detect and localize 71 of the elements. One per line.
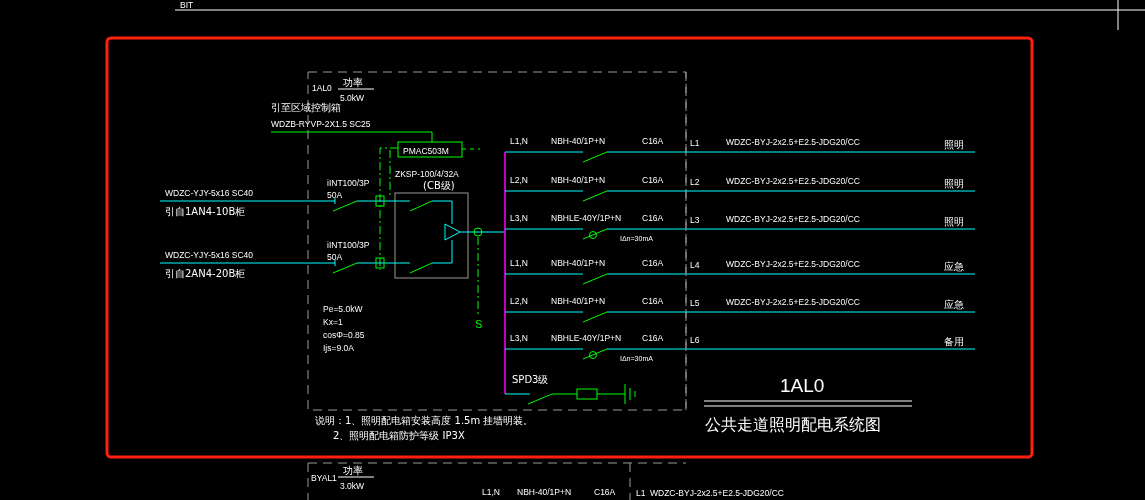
line-label: L3 [690, 215, 700, 225]
line-label: L4 [690, 260, 700, 270]
circuit-rating: C16A [642, 258, 664, 268]
circuit-rating: C16A [642, 136, 664, 146]
breaker-rating: 50A [327, 252, 343, 262]
line-label: L1 [636, 488, 646, 498]
circuit-phase: L2,N [510, 175, 528, 185]
ats-output-drawing [444, 223, 506, 241]
circuit-rating: C16A [594, 487, 616, 497]
circuit-rating: C16A [642, 296, 664, 306]
control-cable: WDZB-RYVP-2X1.5 SC25 [271, 119, 371, 129]
circuit-breaker: NBHLE-40Y/1P+N [551, 333, 622, 343]
breaker-model: iINT100/3P [327, 240, 370, 250]
circuit-use: 应急 [944, 299, 964, 310]
circuit-cable: WDZC-BYJ-2x2.5+E2.5-JDG20/CC [726, 259, 860, 269]
circuit-rating: C16A [642, 175, 664, 185]
circuit-phase: L3,N [510, 213, 528, 223]
calc-value: Ijs=9.0A [323, 343, 354, 353]
breaker-rating: 50A [327, 190, 343, 200]
control-note: 引至区域控制箱 [271, 102, 341, 113]
circuit-use: 照明 [944, 139, 964, 150]
circuit-breaker: NBH-40/1P+N [551, 136, 606, 146]
note-line: 说明：1、照明配电箱安装高度 1.5m 挂墙明装。 [315, 415, 534, 426]
input-cable: WDZC-YJY-5x16 SC40 [165, 250, 254, 260]
panel-name: 1AL0 [312, 83, 332, 93]
circuit-phase: L1,N [510, 136, 528, 146]
circuit-breaker: NBHLE-40Y/1P+N [551, 213, 622, 223]
circuit-use: 应急 [944, 261, 964, 272]
note-line: 2、照明配电箱防护等级 IP3X [333, 430, 465, 441]
circuit-use: 照明 [944, 178, 964, 189]
calc-value: Pe=5.0kW [323, 304, 363, 314]
diagram-code: 1AL0 [780, 375, 825, 396]
input-source: 引自1AN4-10B柜 [165, 206, 246, 217]
line-label: L6 [690, 335, 700, 345]
circuit-phase: L2,N [510, 296, 528, 306]
calc-value: cosΦ=0.85 [323, 330, 365, 340]
circuit-phase: L1,N [482, 487, 500, 497]
circuit-breaker: NBH-40/1P+N [551, 175, 606, 185]
circuit-phase: L1,N [510, 258, 528, 268]
spd-label: SPD3级 [512, 374, 549, 385]
circuit-breaker: NBH-40/1P+N [551, 258, 606, 268]
ats-class: (CB级) [423, 180, 455, 191]
diagram-title: 公共走道照明配电系统图 [705, 415, 881, 434]
circuit-breaker: NBH-40/1P+N [551, 296, 606, 306]
meter-label: PMAC503M [403, 146, 449, 156]
load-label: 功率 [343, 465, 363, 476]
circuit-rating: C16A [642, 213, 664, 223]
circuit-phase: L3,N [510, 333, 528, 343]
ground-label: S [475, 318, 483, 330]
circuit-cable: WDZC-BYJ-2x2.5+E2.5-JDG20/CC [726, 214, 860, 224]
circuit-cable: WDZC-BYJ-2x2.5+E2.5-JDG20/CC [726, 176, 860, 186]
circuit-use: 备用 [944, 336, 964, 347]
circuit-use: 照明 [944, 216, 964, 227]
circuit-breaker: NBH-40/1P+N [517, 487, 572, 497]
input-cable: WDZC-YJY-5x16 SC40 [165, 188, 254, 198]
breaker-model: iINT100/3P [327, 178, 370, 188]
load-label: 功率 [343, 77, 363, 88]
load-value: 3.0kW [340, 481, 365, 491]
drawing-label: BIT [180, 0, 194, 10]
calc-value: Kx=1 [323, 317, 343, 327]
circuit-cable: WDZC-BYJ-2x2.5+E2.5-JDG20/CC [726, 297, 860, 307]
line-label: L1 [690, 138, 700, 148]
circuit-rating: C16A [642, 333, 664, 343]
circuit-cable: WDZC-BYJ-2x2.5+E2.5-JDG20/CC [726, 137, 860, 147]
circuit-cable: WDZC-BYJ-2x2.5+E2.5-JDG20/CC [650, 488, 784, 498]
line-label: L2 [690, 177, 700, 187]
ats-model: ZKSP-100/4/32A [395, 169, 459, 179]
line-label: L5 [690, 298, 700, 308]
input-source: 引自2AN4-20B柜 [165, 268, 246, 279]
load-value: 5.0kW [340, 93, 365, 103]
panel-name: BYAL1 [311, 473, 337, 483]
